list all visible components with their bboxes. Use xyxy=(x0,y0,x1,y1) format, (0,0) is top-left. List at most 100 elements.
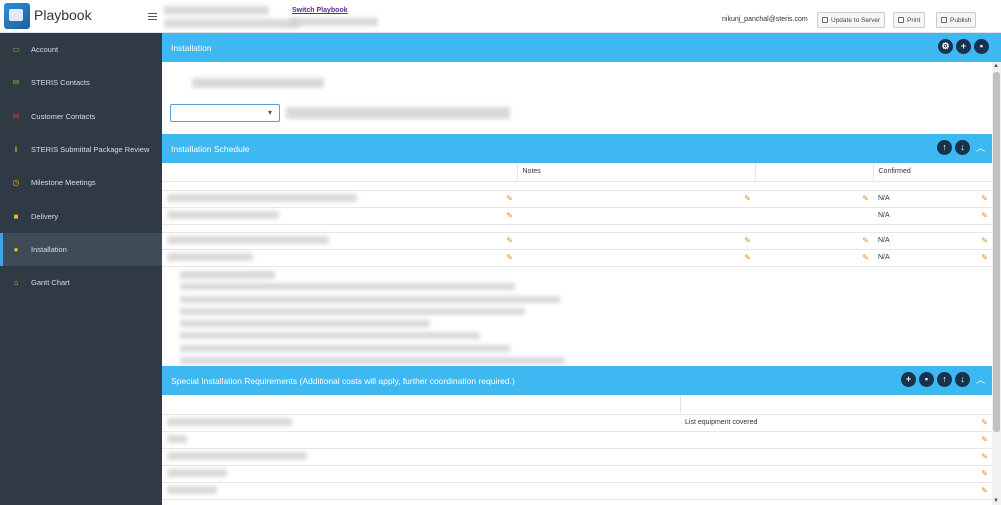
table-row: ✎ N/A ✎ xyxy=(162,207,992,225)
schedule-cell: ✎ xyxy=(755,249,873,267)
update-to-server-button[interactable]: Update to Server xyxy=(817,12,886,28)
pencil-icon[interactable]: ✎ xyxy=(981,486,988,495)
arrow-down-icon[interactable]: ↓ xyxy=(955,140,970,155)
column-header-blank-2 xyxy=(755,163,874,182)
requirement-cell xyxy=(162,431,680,449)
home-icon: ⌂ xyxy=(13,278,19,288)
sidebar-item-milestone-meetings[interactable]: ◷ Milestone Meetings xyxy=(0,166,162,199)
schedule-actions: ↑ ↓ ︿ xyxy=(937,140,988,155)
special-requirements-header: Special Installation Requirements (Addit… xyxy=(162,366,992,395)
schedule-cell: N/A ✎ xyxy=(873,207,992,225)
sidebar-item-label: Installation xyxy=(31,244,67,254)
schedule-cell: ✎ xyxy=(517,249,755,267)
pencil-icon[interactable]: ✎ xyxy=(506,253,513,262)
print-button[interactable]: Print xyxy=(893,12,926,28)
sidebar-item-label: Milestone Meetings xyxy=(31,178,96,188)
add-icon[interactable]: + xyxy=(956,39,971,54)
sidebar-item-account[interactable]: ▭ Account xyxy=(0,33,162,66)
pencil-icon[interactable]: ✎ xyxy=(981,253,988,262)
redacted-site-info xyxy=(290,18,378,26)
pencil-icon[interactable]: ✎ xyxy=(981,435,988,444)
schedule-cell: ✎ xyxy=(755,232,873,250)
arrow-up-icon[interactable]: ↑ xyxy=(937,372,952,387)
chevron-up-icon[interactable]: ︿ xyxy=(973,372,988,387)
table-header-row: Notes Confirmed xyxy=(162,163,992,182)
pencil-icon[interactable]: ✎ xyxy=(744,253,751,262)
pencil-icon[interactable]: ✎ xyxy=(506,194,513,203)
table-row: ✎ xyxy=(162,465,992,483)
pencil-icon[interactable]: ✎ xyxy=(981,194,988,203)
schedule-cell: N/A ✎ xyxy=(873,232,992,250)
pencil-icon[interactable]: ✎ xyxy=(981,452,988,461)
installation-actions: ⚙ + ▪ xyxy=(938,39,989,54)
installation-schedule-table: Notes Confirmed ✎ ✎ ✎ N/A ✎ ✎ N/A ✎ ✎ ✎ xyxy=(162,163,992,267)
pencil-icon[interactable]: ✎ xyxy=(744,236,751,245)
sidebar-item-delivery[interactable]: ■ Delivery xyxy=(0,199,162,232)
vertical-scrollbar[interactable]: ▲ ▼ xyxy=(992,62,1001,505)
confirmed-value: N/A xyxy=(878,212,890,219)
publish-label: Publish xyxy=(950,16,972,24)
sidebar-item-label: Gantt Chart xyxy=(31,278,70,288)
trash-icon[interactable]: ▪ xyxy=(919,372,934,387)
redacted-project-details xyxy=(164,19,299,28)
installation-schedule-title: Installation Schedule xyxy=(171,143,250,154)
publish-icon xyxy=(941,17,947,23)
requirement-value-cell: ✎ xyxy=(680,431,992,449)
confirmed-value: N/A xyxy=(878,254,890,261)
info-icon: i xyxy=(14,145,18,155)
hamburger-menu-icon[interactable] xyxy=(148,13,157,20)
table-header-row xyxy=(162,395,992,415)
pencil-icon[interactable]: ✎ xyxy=(862,253,869,262)
switch-playbook-link[interactable]: Switch Playbook xyxy=(292,7,348,14)
sidebar-item-gantt-chart[interactable]: ⌂ Gantt Chart xyxy=(0,266,162,299)
schedule-cell: ✎ xyxy=(755,190,873,208)
schedule-cell: ✎ xyxy=(517,232,755,250)
pencil-icon[interactable]: ✎ xyxy=(506,211,513,220)
print-label: Print xyxy=(907,16,921,24)
sidebar-item-submittal-review[interactable]: i STERIS Submittal Package Review xyxy=(0,133,162,166)
pencil-icon[interactable]: ✎ xyxy=(744,194,751,203)
scroll-up-icon[interactable]: ▲ xyxy=(993,63,999,69)
pencil-icon[interactable]: ✎ xyxy=(981,469,988,478)
table-row: ✎ ✎ ✎ N/A ✎ xyxy=(162,249,992,267)
requirement-value-cell: ✎ xyxy=(680,465,992,483)
arrow-down-icon[interactable]: ↓ xyxy=(955,372,970,387)
sidebar-item-label: Customer Contacts xyxy=(31,111,96,121)
sidebar-item-label: Delivery xyxy=(31,211,59,221)
user-email: nikunj_panchal@steris.com xyxy=(722,16,808,23)
pencil-icon[interactable]: ✎ xyxy=(981,211,988,220)
column-header-blank xyxy=(162,163,518,182)
publish-button[interactable]: Publish xyxy=(936,12,977,28)
scrollbar-thumb[interactable] xyxy=(993,72,1000,432)
requirement-value-cell: ✎ xyxy=(680,448,992,466)
schedule-cell xyxy=(755,207,873,225)
save-icon xyxy=(822,17,828,23)
sidebar: ▭ Account ✉ STERIS Contacts ✉ Customer C… xyxy=(0,33,162,505)
schedule-cell xyxy=(517,207,755,225)
add-icon[interactable]: + xyxy=(901,372,916,387)
table-row: ✎ xyxy=(162,431,992,449)
confirmed-value: N/A xyxy=(878,237,890,244)
pencil-icon[interactable]: ✎ xyxy=(981,236,988,245)
trash-icon[interactable]: ▪ xyxy=(974,39,989,54)
requirement-value-cell: ✎ xyxy=(680,482,992,500)
column-header-notes: Notes xyxy=(517,163,756,182)
sidebar-item-steris-contacts[interactable]: ✉ STERIS Contacts xyxy=(0,66,162,99)
sidebar-item-customer-contacts[interactable]: ✉ Customer Contacts xyxy=(0,100,162,133)
scroll-down-icon[interactable]: ▼ xyxy=(993,498,999,504)
schedule-cell: ✎ xyxy=(162,249,517,267)
arrow-up-icon[interactable]: ↑ xyxy=(937,140,952,155)
pencil-icon[interactable]: ✎ xyxy=(981,418,988,427)
pencil-icon[interactable]: ✎ xyxy=(862,194,869,203)
special-requirements-title: Special Installation Requirements (Addit… xyxy=(171,375,515,386)
settings-icon[interactable]: ⚙ xyxy=(938,39,953,54)
column-header-blank xyxy=(162,395,681,415)
sidebar-item-installation[interactable]: ● Installation xyxy=(0,232,162,267)
printer-icon xyxy=(898,17,904,23)
sidebar-item-label: STERIS Contacts xyxy=(31,78,90,88)
pencil-icon[interactable]: ✎ xyxy=(506,236,513,245)
pencil-icon[interactable]: ✎ xyxy=(862,236,869,245)
chevron-up-icon[interactable]: ︿ xyxy=(973,140,988,155)
installation-title: Installation xyxy=(171,42,212,53)
installation-select[interactable] xyxy=(170,104,280,122)
